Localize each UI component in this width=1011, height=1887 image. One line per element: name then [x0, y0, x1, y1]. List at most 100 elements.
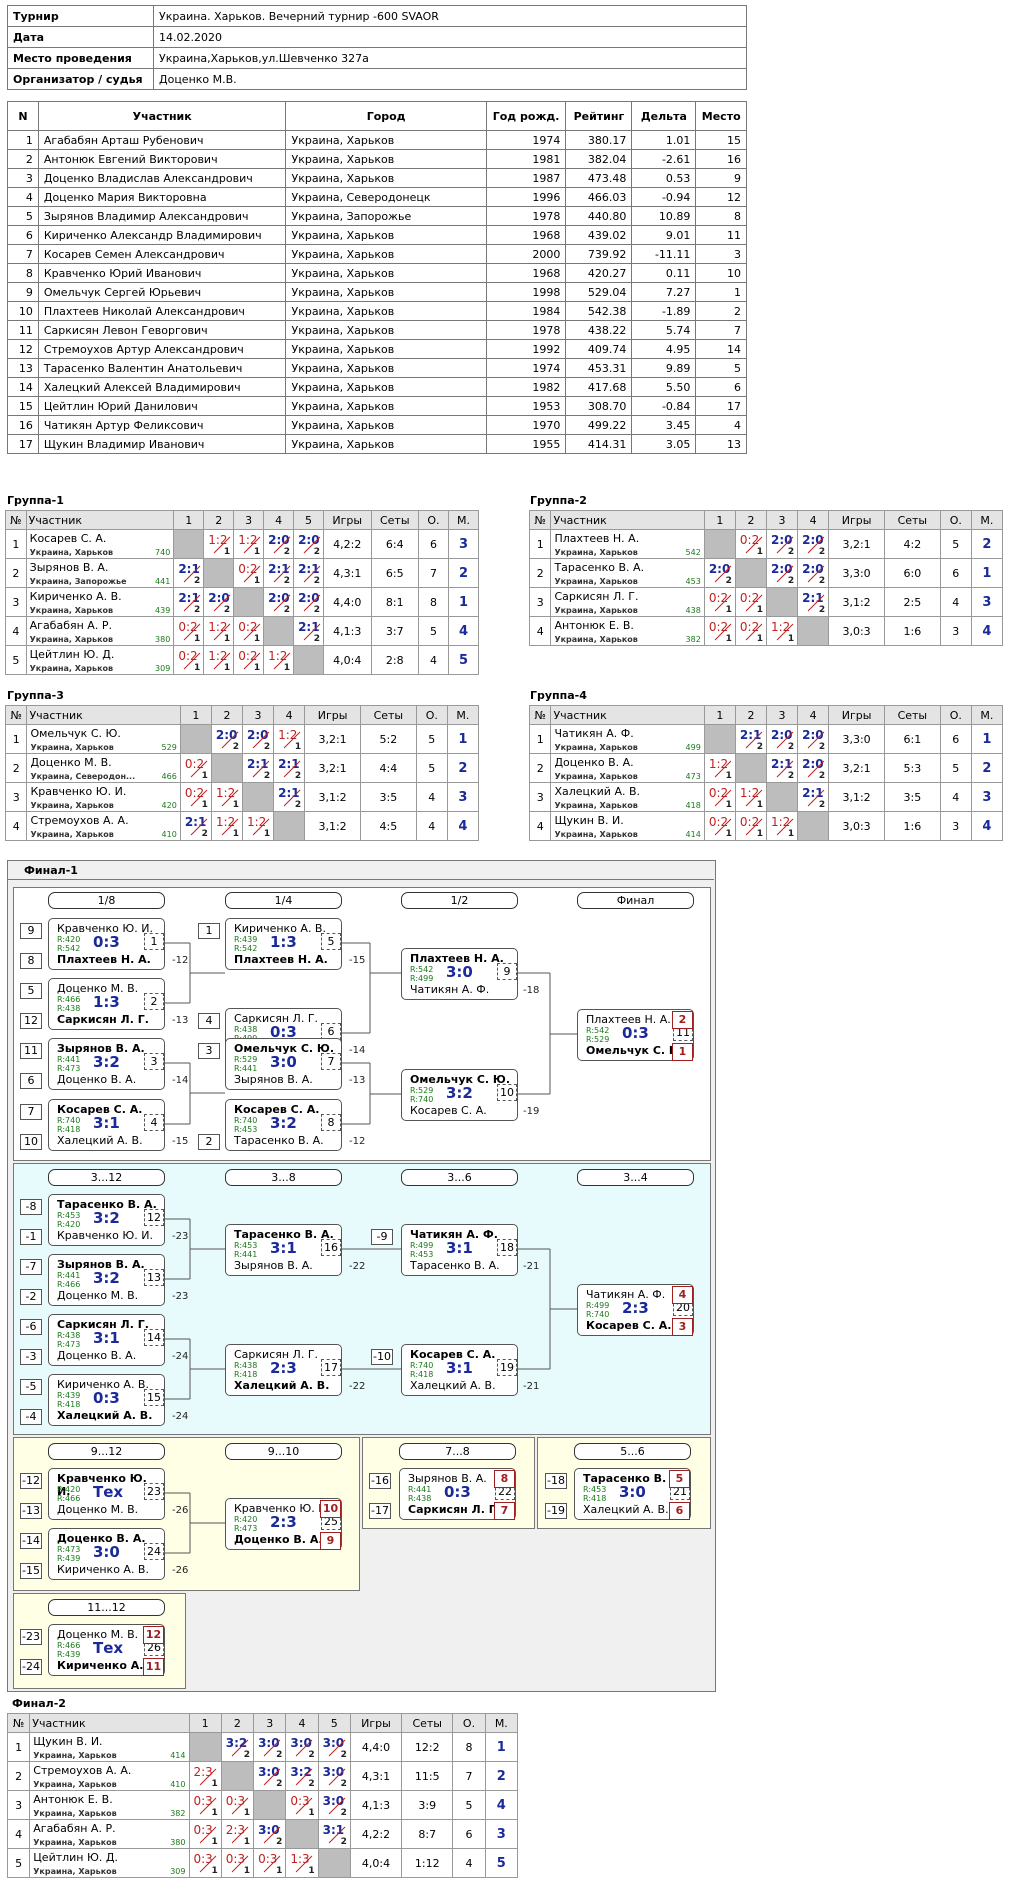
match-box: Омельчук С. Ю. R:529 R:441 Зырянов В. А. 3:0…	[225, 1038, 342, 1090]
match-player-2: Саркисян Л. Г.	[57, 1013, 149, 1026]
match-player-2: Доценко В. А.	[57, 1349, 137, 1362]
match-number: 17	[321, 1359, 341, 1376]
match-player-2: Тарасенко В. А.	[410, 1259, 500, 1272]
match-rating-2: R:438	[57, 1004, 81, 1013]
match-player-2: Косарев С. А.	[410, 1104, 487, 1117]
match-rating-2: R:466	[57, 1280, 81, 1289]
match-rating-2: R:441	[234, 1064, 258, 1073]
match-points: 2	[276, 1837, 283, 1847]
round-header: 1/4	[225, 892, 342, 909]
match-rating-2: R:473	[234, 1524, 258, 1533]
match-number: 9	[497, 963, 517, 980]
link-label: -26	[172, 1505, 189, 1516]
match-box: Зырянов В. А. R:441 R:473 Доценко В. А. 3:2 3	[48, 1038, 165, 1090]
match-points: 1	[211, 1837, 218, 1847]
link-label: -13	[349, 1075, 366, 1086]
player-name: Щукин В. И.	[33, 1735, 103, 1748]
score-cell: 3:0 2	[253, 1732, 287, 1762]
seed-box: 3	[198, 1043, 220, 1059]
match-rating-2: R:740	[586, 1310, 610, 1319]
match-rating-2: R:418	[410, 1370, 434, 1379]
match-points: 1	[276, 1866, 283, 1876]
match-player-2: Зырянов В. А.	[234, 1073, 313, 1086]
seed-box: -2	[20, 1289, 42, 1305]
link-label: -21	[523, 1261, 540, 1272]
place-cell: 5	[484, 1848, 519, 1878]
match-result: Тех	[93, 1639, 124, 1657]
match-player-2: Саркисян Л. Г.	[408, 1503, 500, 1516]
final-place-box: 6	[669, 1502, 690, 1520]
seed-box: 9	[20, 923, 42, 939]
player-city: Украина, Харьков	[33, 1780, 117, 1789]
place-cell: 1	[484, 1732, 519, 1762]
player-rating: 410	[170, 1780, 186, 1789]
sets-cell: 3:9	[401, 1790, 454, 1820]
score-cell: 0:3 1	[253, 1848, 287, 1878]
match-number: 7	[321, 1053, 341, 1070]
match-box: Саркисян Л. Г. R:438 R:473 Доценко В. А. 3:1…	[48, 1314, 165, 1366]
score-cell: 3:0 2	[253, 1819, 287, 1849]
match-player-2: Доценко В. А.	[57, 1073, 137, 1086]
match-result: 3:1	[270, 1239, 297, 1257]
seed-box: -6	[20, 1319, 42, 1335]
match-points: 2	[340, 1779, 347, 1789]
match-rating-1: R:740	[410, 1361, 434, 1370]
link-label: -21	[523, 1381, 540, 1392]
match-result: 1:3	[93, 993, 120, 1011]
match-rating-1: R:473	[57, 1545, 81, 1554]
seed-box: -17	[369, 1503, 391, 1519]
final-place-box: 9	[320, 1532, 341, 1550]
match-rating-2: R:418	[583, 1494, 607, 1503]
score-cell: 1:3 1	[285, 1848, 319, 1878]
round-header: 11...12	[48, 1599, 165, 1616]
match-rating-1: R:438	[57, 1331, 81, 1340]
match-number: 19	[497, 1359, 517, 1376]
match-points: 2	[308, 1779, 315, 1789]
match-number: 16	[321, 1239, 341, 1256]
match-rating-2: R:529	[586, 1035, 610, 1044]
points-cell: 7	[452, 1761, 486, 1791]
games-cell: 4,4:0	[349, 1732, 403, 1762]
match-rating-1: R:453	[57, 1211, 81, 1220]
seed-box: -4	[20, 1409, 42, 1425]
match-rating-1: R:499	[586, 1301, 610, 1310]
match-player-2: Халецкий А. В.	[57, 1409, 153, 1422]
match-result: 0:3	[93, 1389, 120, 1407]
place-cell: 3	[484, 1819, 519, 1849]
link-label: -19	[523, 1106, 540, 1117]
place-cell: 2	[484, 1761, 519, 1791]
player-cell: Стремоухов А. А. Украина, Харьков 410	[29, 1761, 190, 1791]
match-rating-1: R:499	[410, 1241, 434, 1250]
score-cell: 0:3 1	[285, 1790, 319, 1820]
points-cell: 6	[452, 1819, 486, 1849]
match-points: 1	[308, 1866, 315, 1876]
link-label: -14	[349, 1045, 366, 1056]
player-name: Антонюк Е. В.	[33, 1793, 113, 1806]
match-box: Доценко М. В. R:466 R:438 Саркисян Л. Г. 1:3…	[48, 978, 165, 1030]
match-player-2: Доценко В. А.	[234, 1533, 323, 1546]
match-points: 1	[308, 1808, 315, 1818]
final-place-box: 7	[494, 1502, 515, 1520]
match-box: Тарасенко В. А. R:453 R:441 Зырянов В. А. 3:…	[225, 1224, 342, 1276]
col-player: Участник	[29, 1713, 190, 1733]
points-cell: 5	[452, 1790, 486, 1820]
match-result: 3:2	[93, 1269, 120, 1287]
match-points: 2	[308, 1750, 315, 1760]
player-rating: 382	[170, 1809, 186, 1818]
match-rating-1: R:438	[234, 1361, 258, 1370]
seed-box: 4	[198, 1013, 220, 1029]
player-cell: Щукин В. И. Украина, Харьков 414	[29, 1732, 190, 1762]
player-rating: 380	[170, 1838, 186, 1847]
row-no: 2	[6, 1761, 31, 1791]
match-number: 3	[144, 1053, 164, 1070]
player-city: Украина, Харьков	[33, 1838, 117, 1847]
group-row: 2 Стремоухов А. А. Украина, Харьков 410 2:3 1…	[6, 1761, 519, 1791]
match-box: Чатикян А. Ф. R:499 R:453 Тарасенко В. А. 3:…	[401, 1224, 518, 1276]
col-opponent: 3	[253, 1713, 287, 1733]
seed-box: -24	[20, 1659, 42, 1675]
match-box: Косарев С. А. R:740 R:418 Халецкий А. В. 3:1…	[48, 1099, 165, 1151]
col-opponent: 2	[220, 1713, 255, 1733]
match-result: 2:3	[270, 1359, 297, 1377]
match-number: 13	[144, 1269, 164, 1286]
match-box: Омельчук С. Ю. R:529 R:740 Косарев С. А. 3:2…	[401, 1069, 518, 1121]
